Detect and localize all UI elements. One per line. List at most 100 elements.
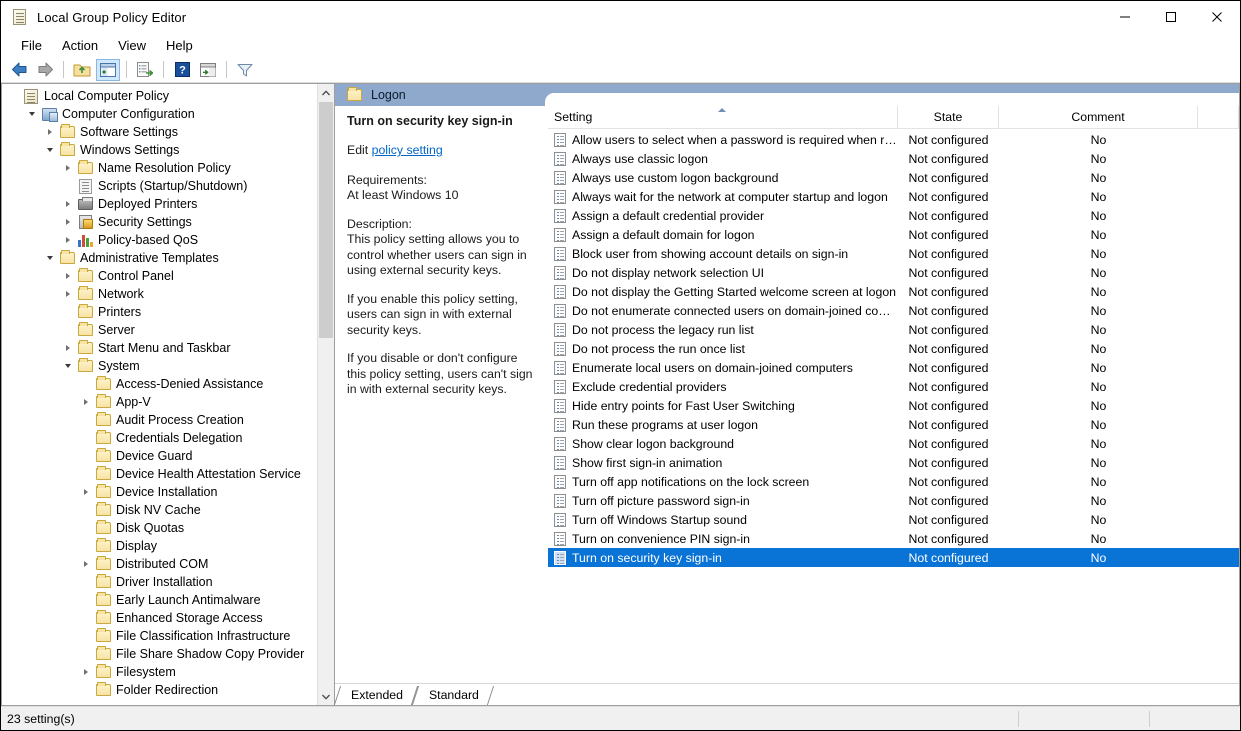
- tree-item[interactable]: Folder Redirection: [2, 681, 317, 699]
- tree-twisty[interactable]: [78, 375, 94, 393]
- tree-twisty[interactable]: [60, 303, 76, 321]
- chevron-right-icon[interactable]: [66, 219, 70, 225]
- tree-scroll-up-button[interactable]: [318, 84, 334, 101]
- tree-item[interactable]: Software Settings: [2, 123, 317, 141]
- tree-item[interactable]: File Classification Infrastructure: [2, 627, 317, 645]
- tree-item[interactable]: Server: [2, 321, 317, 339]
- table-row[interactable]: Show first sign-in animationNot configur…: [548, 453, 1239, 472]
- tree-item[interactable]: Filesystem: [2, 663, 317, 681]
- tree-twisty[interactable]: [78, 555, 94, 573]
- tree-item[interactable]: Audit Process Creation: [2, 411, 317, 429]
- tree-twisty[interactable]: [78, 429, 94, 447]
- chevron-right-icon[interactable]: [84, 399, 88, 405]
- table-row[interactable]: Turn on convenience PIN sign-inNot confi…: [548, 529, 1239, 548]
- back-icon[interactable]: [7, 59, 31, 81]
- table-row[interactable]: Turn off app notifications on the lock s…: [548, 472, 1239, 491]
- tree-item[interactable]: Disk Quotas: [2, 519, 317, 537]
- table-row[interactable]: Do not display network selection UINot c…: [548, 263, 1239, 282]
- table-row[interactable]: Always use classic logonNot configuredNo: [548, 149, 1239, 168]
- tree-twisty[interactable]: [60, 213, 76, 231]
- tree-twisty[interactable]: [60, 285, 76, 303]
- tree-twisty[interactable]: [78, 609, 94, 627]
- tree-twisty[interactable]: [24, 105, 40, 123]
- column-header-comment[interactable]: Comment: [999, 106, 1198, 128]
- tree-item[interactable]: Deployed Printers: [2, 195, 317, 213]
- chevron-down-icon[interactable]: [65, 364, 71, 368]
- column-header-state[interactable]: State: [898, 106, 999, 128]
- table-row[interactable]: Exclude credential providersNot configur…: [548, 377, 1239, 396]
- tree-twisty[interactable]: [42, 123, 58, 141]
- tree-twisty[interactable]: [78, 537, 94, 555]
- tree-twisty[interactable]: [78, 447, 94, 465]
- tree-twisty[interactable]: [78, 465, 94, 483]
- tree-item[interactable]: Start Menu and Taskbar: [2, 339, 317, 357]
- tree-twisty[interactable]: [6, 87, 22, 105]
- tree-twisty[interactable]: [60, 321, 76, 339]
- table-row[interactable]: Do not display the Getting Started welco…: [548, 282, 1239, 301]
- tree-item[interactable]: Device Guard: [2, 447, 317, 465]
- tree-item[interactable]: Display: [2, 537, 317, 555]
- tree-twisty[interactable]: [78, 663, 94, 681]
- chevron-right-icon[interactable]: [48, 129, 52, 135]
- tree-item[interactable]: Access-Denied Assistance: [2, 375, 317, 393]
- chevron-right-icon[interactable]: [84, 561, 88, 567]
- tree-item[interactable]: Credentials Delegation: [2, 429, 317, 447]
- chevron-right-icon[interactable]: [66, 273, 70, 279]
- table-row[interactable]: Do not process the run once listNot conf…: [548, 339, 1239, 358]
- tree-twisty[interactable]: [60, 267, 76, 285]
- table-row[interactable]: Turn on security key sign-inNot configur…: [548, 548, 1239, 567]
- chevron-right-icon[interactable]: [84, 489, 88, 495]
- table-row[interactable]: Assign a default credential providerNot …: [548, 206, 1239, 225]
- chevron-right-icon[interactable]: [66, 237, 70, 243]
- tree-twisty[interactable]: [78, 573, 94, 591]
- menu-action[interactable]: Action: [52, 36, 108, 55]
- table-row[interactable]: Block user from showing account details …: [548, 244, 1239, 263]
- export-list-icon[interactable]: [133, 59, 157, 81]
- help-icon[interactable]: ?: [170, 59, 194, 81]
- policy-setting-link[interactable]: policy setting: [372, 143, 443, 157]
- tree-twisty[interactable]: [78, 411, 94, 429]
- chevron-down-icon[interactable]: [47, 256, 53, 260]
- tree-item[interactable]: Device Installation: [2, 483, 317, 501]
- tree-twisty[interactable]: [42, 141, 58, 159]
- tree-item[interactable]: Administrative Templates: [2, 249, 317, 267]
- table-row[interactable]: Do not enumerate connected users on doma…: [548, 301, 1239, 320]
- tree-item[interactable]: Driver Installation: [2, 573, 317, 591]
- chevron-right-icon[interactable]: [66, 201, 70, 207]
- tree-twisty[interactable]: [78, 483, 94, 501]
- menu-view[interactable]: View: [108, 36, 156, 55]
- tree-item[interactable]: App-V: [2, 393, 317, 411]
- table-row[interactable]: Assign a default domain for logonNot con…: [548, 225, 1239, 244]
- table-row[interactable]: Allow users to select when a password is…: [548, 130, 1239, 149]
- table-row[interactable]: Enumerate local users on domain-joined c…: [548, 358, 1239, 377]
- tree-twisty[interactable]: [60, 339, 76, 357]
- table-row[interactable]: Hide entry points for Fast User Switchin…: [548, 396, 1239, 415]
- filter-icon[interactable]: [233, 59, 257, 81]
- tree-vertical-scrollbar[interactable]: [317, 84, 334, 705]
- tree-twisty[interactable]: [60, 177, 76, 195]
- maximize-button[interactable]: [1148, 1, 1194, 33]
- tree-item[interactable]: Policy-based QoS: [2, 231, 317, 249]
- tree-item[interactable]: Enhanced Storage Access: [2, 609, 317, 627]
- tree-scrollbar-thumb[interactable]: [319, 102, 333, 338]
- tree-item[interactable]: Printers: [2, 303, 317, 321]
- table-row[interactable]: Always use custom logon backgroundNot co…: [548, 168, 1239, 187]
- tree-item[interactable]: Local Computer Policy: [2, 87, 317, 105]
- column-header-setting[interactable]: Setting: [548, 106, 898, 128]
- tab-extended[interactable]: Extended: [337, 685, 415, 705]
- table-row[interactable]: Always wait for the network at computer …: [548, 187, 1239, 206]
- table-row[interactable]: Run these programs at user logonNot conf…: [548, 415, 1239, 434]
- chevron-right-icon[interactable]: [66, 291, 70, 297]
- tree-scroll-down-button[interactable]: [318, 688, 334, 705]
- tree-item[interactable]: Early Launch Antimalware: [2, 591, 317, 609]
- tree-item[interactable]: Disk NV Cache: [2, 501, 317, 519]
- close-button[interactable]: [1194, 1, 1240, 33]
- tree-twisty[interactable]: [78, 591, 94, 609]
- chevron-right-icon[interactable]: [66, 345, 70, 351]
- chevron-right-icon[interactable]: [66, 165, 70, 171]
- tree-item[interactable]: Control Panel: [2, 267, 317, 285]
- chevron-down-icon[interactable]: [29, 112, 35, 116]
- menu-help[interactable]: Help: [156, 36, 203, 55]
- table-row[interactable]: Show clear logon backgroundNot configure…: [548, 434, 1239, 453]
- tree-twisty[interactable]: [60, 357, 76, 375]
